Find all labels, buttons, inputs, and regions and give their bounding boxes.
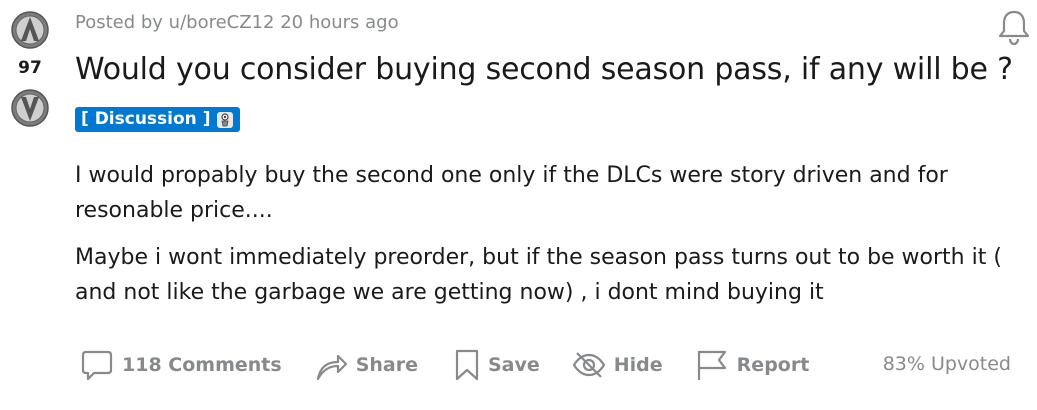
post-body: I would propably buy the second one only… [75,158,1005,322]
bookmark-icon [454,348,480,382]
share-icon [314,348,348,382]
vote-column: 97 [0,0,60,140]
flag-icon [695,348,729,382]
upvote-ratio: 83% Upvoted [882,353,1011,375]
post-paragraph: I would propably buy the second one only… [75,163,948,223]
vote-score: 97 [18,58,42,78]
comments-label: 118 Comments [122,354,282,376]
save-button[interactable]: Save [454,348,540,382]
hide-label: Hide [613,354,663,376]
post-actions: 118 Comments Share Save Hide Report [80,346,809,384]
flair-label: [ Discussion ] [81,109,211,129]
post-paragraph: Maybe i wont immediately preorder, but i… [75,245,1002,305]
eye-slash-icon [572,348,606,382]
post-meta: Posted by u/boreCZ12 20 hours ago [75,12,399,33]
claptrap-emoji-icon [216,111,234,129]
hide-button[interactable]: Hide [572,348,663,382]
share-button[interactable]: Share [314,348,418,382]
report-label: Report [736,354,810,376]
post-title[interactable]: Would you consider buying second season … [75,52,1013,87]
comments-button[interactable]: 118 Comments [80,348,282,382]
report-button[interactable]: Report [695,348,810,382]
downvote-vault-icon[interactable] [10,88,50,128]
post-flair[interactable]: [ Discussion ] [75,107,241,132]
upvote-vault-icon[interactable] [10,10,50,50]
save-label: Save [487,354,540,376]
share-label: Share [355,354,418,376]
bell-icon[interactable] [997,8,1031,46]
comment-icon [80,348,114,382]
